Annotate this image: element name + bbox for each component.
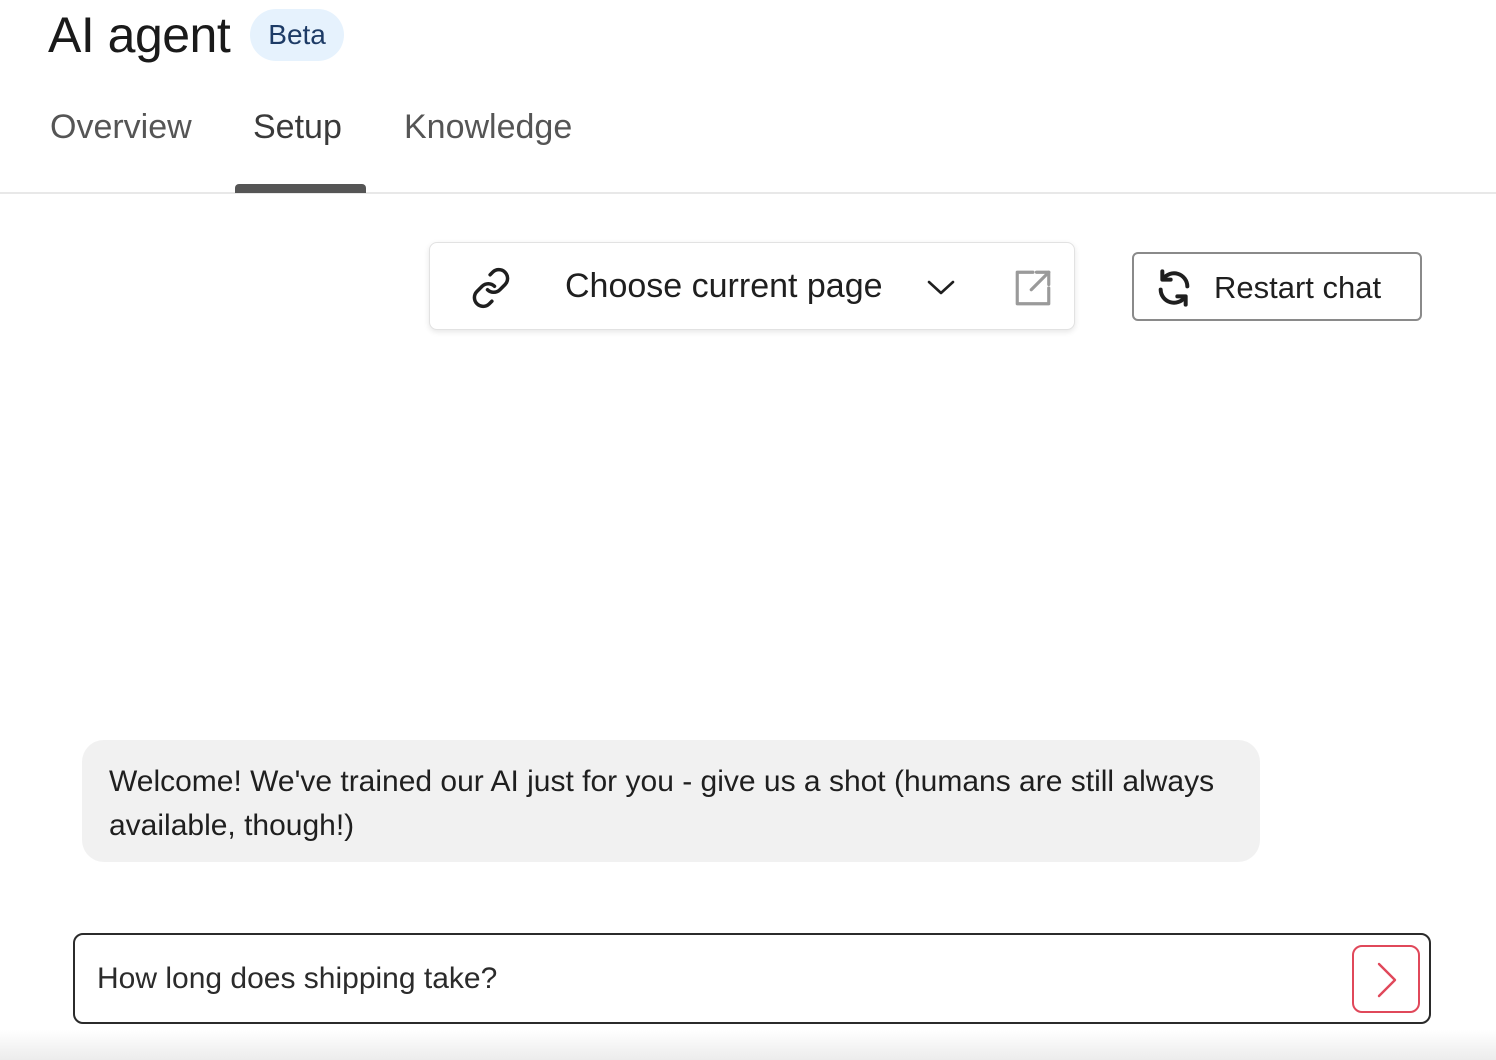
chat-composer <box>73 933 1431 1024</box>
page-chooser-label: Choose current page <box>565 267 883 305</box>
refresh-icon <box>1158 269 1190 307</box>
chevron-right-icon <box>1377 962 1397 998</box>
chat-message-input[interactable] <box>97 955 1317 1003</box>
tab-overview[interactable]: Overview <box>50 108 192 147</box>
tab-setup[interactable]: Setup <box>253 108 342 147</box>
agent-welcome-message: Welcome! We've trained our AI just for y… <box>82 740 1260 862</box>
bottom-fade <box>0 1030 1496 1060</box>
restart-chat-button[interactable]: Restart chat <box>1132 252 1422 321</box>
tab-knowledge[interactable]: Knowledge <box>404 108 572 147</box>
page-title: AI agent <box>48 7 231 63</box>
page-header: AI agent Beta <box>48 0 344 70</box>
chevron-down-icon <box>927 280 955 295</box>
tab-bar: Overview Setup Knowledge <box>0 90 1496 194</box>
link-icon <box>472 267 510 309</box>
active-tab-indicator <box>235 184 366 193</box>
restart-chat-label: Restart chat <box>1214 270 1382 305</box>
external-link-icon[interactable] <box>1012 267 1054 309</box>
beta-badge: Beta <box>250 9 344 61</box>
send-button[interactable] <box>1352 945 1420 1013</box>
page-chooser-dropdown[interactable]: Choose current page <box>429 242 1075 330</box>
ai-agent-page: AI agent Beta Overview Setup Knowledge C… <box>0 0 1496 1060</box>
